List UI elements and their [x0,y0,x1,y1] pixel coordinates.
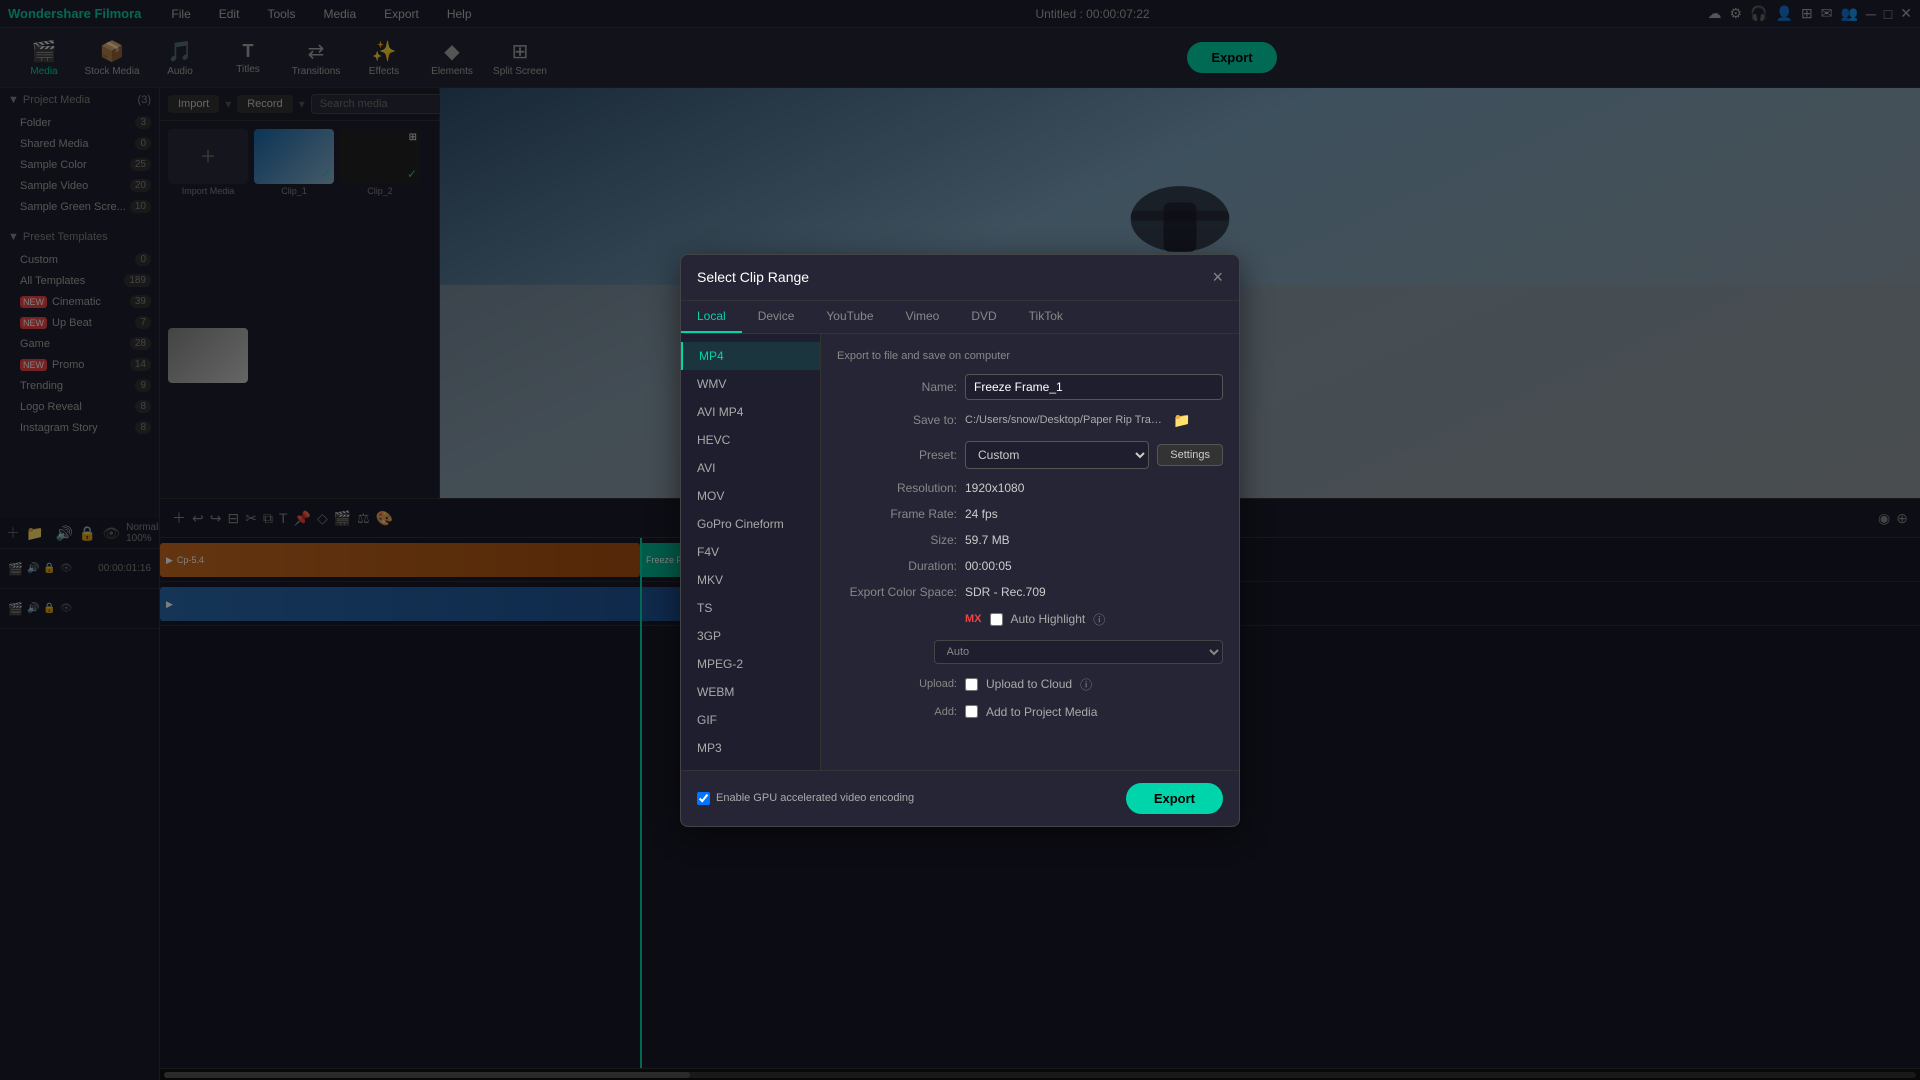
add-checkbox[interactable] [965,705,978,718]
color-space-value: SDR - Rec.709 [965,585,1223,599]
resolution-value: 1920x1080 [965,481,1223,495]
mx-badge: MX [965,613,982,625]
save-to-value: C:/Users/snow/Desktop/Paper Rip Transiti [965,414,1165,426]
format-gopro[interactable]: GoPro Cineform [681,510,820,538]
frame-rate-value: 24 fps [965,507,1223,521]
add-label: Add to Project Media [986,705,1097,719]
upload-label: Upload to Cloud [986,677,1072,691]
format-ts[interactable]: TS [681,594,820,622]
format-settings: Export to file and save on computer Name… [821,334,1239,770]
tab-tiktok[interactable]: TikTok [1013,301,1079,333]
tab-device[interactable]: Device [742,301,811,333]
save-to-label: Save to: [837,413,957,427]
preset-field-row: Preset: Custom Settings [837,441,1223,469]
duration-label: Duration: [837,559,957,573]
upload-row: Upload: Upload to Cloud ⓘ [837,676,1223,693]
frame-rate-label: Frame Rate: [837,507,957,521]
modal-tabs: Local Device YouTube Vimeo DVD TikTok [681,301,1239,334]
tab-vimeo[interactable]: Vimeo [890,301,956,333]
auto-dropdown[interactable]: Auto [934,640,1223,664]
modal-footer: Enable GPU accelerated video encoding Ex… [681,770,1239,826]
modal-close-button[interactable]: × [1212,267,1223,288]
color-space-field-row: Export Color Space: SDR - Rec.709 [837,585,1223,599]
name-input[interactable] [965,374,1223,400]
tab-youtube[interactable]: YouTube [810,301,889,333]
duration-value: 00:00:05 [965,559,1223,573]
add-checkbox-row: Add to Project Media [965,705,1097,719]
upload-info-icon[interactable]: ⓘ [1080,676,1092,693]
size-field-row: Size: 59.7 MB [837,533,1223,547]
upload-checkbox-row: Upload to Cloud ⓘ [965,676,1092,693]
size-value: 59.7 MB [965,533,1223,547]
format-mp3[interactable]: MP3 [681,734,820,762]
auto-highlight-row: MX Auto Highlight ⓘ [837,611,1223,628]
auto-highlight-checkbox-row: MX Auto Highlight ⓘ [965,611,1105,628]
size-label: Size: [837,533,957,547]
format-mkv[interactable]: MKV [681,566,820,594]
modal-body: MP4 WMV AVI MP4 HEVC AVI MOV GoPro Cinef… [681,334,1239,770]
format-list: MP4 WMV AVI MP4 HEVC AVI MOV GoPro Cinef… [681,334,821,770]
settings-button[interactable]: Settings [1157,444,1223,466]
preset-select[interactable]: Custom [965,441,1149,469]
add-to-project-row: Add: Add to Project Media [837,705,1223,719]
upload-label-field: Upload: [837,678,957,690]
color-space-label: Export Color Space: [837,585,957,599]
modal-header: Select Clip Range × [681,255,1239,301]
gpu-checkbox[interactable] [697,792,710,805]
format-hevc[interactable]: HEVC [681,426,820,454]
save-to-field-row: Save to: C:/Users/snow/Desktop/Paper Rip… [837,412,1223,429]
upload-checkbox[interactable] [965,678,978,691]
format-webm[interactable]: WEBM [681,678,820,706]
format-mpeg2[interactable]: MPEG-2 [681,650,820,678]
format-mov[interactable]: MOV [681,482,820,510]
duration-field-row: Duration: 00:00:05 [837,559,1223,573]
frame-rate-field-row: Frame Rate: 24 fps [837,507,1223,521]
format-mp4[interactable]: MP4 [681,342,820,370]
preset-label: Preset: [837,448,957,462]
resolution-field-row: Resolution: 1920x1080 [837,481,1223,495]
modal-title: Select Clip Range [697,269,809,285]
export-info-text: Export to file and save on computer [837,350,1223,362]
auto-dropdown-row: Auto [837,640,1223,664]
auto-highlight-label: Auto Highlight [1011,612,1086,626]
browse-folder-button[interactable]: 📁 [1173,412,1190,429]
name-label: Name: [837,380,957,394]
tab-dvd[interactable]: DVD [955,301,1012,333]
format-3gp[interactable]: 3GP [681,622,820,650]
modal-overlay: Select Clip Range × Local Device YouTube… [0,0,1920,1080]
export-modal: Select Clip Range × Local Device YouTube… [680,254,1240,827]
auto-highlight-checkbox[interactable] [990,613,1003,626]
format-gif[interactable]: GIF [681,706,820,734]
format-avi[interactable]: AVI [681,454,820,482]
add-label-field: Add: [837,706,957,718]
name-field-row: Name: [837,374,1223,400]
format-wmv[interactable]: WMV [681,370,820,398]
gpu-label: Enable GPU accelerated video encoding [716,792,914,804]
resolution-label: Resolution: [837,481,957,495]
format-avi-mp4[interactable]: AVI MP4 [681,398,820,426]
auto-highlight-info-icon[interactable]: ⓘ [1093,611,1105,628]
tab-local[interactable]: Local [681,301,742,333]
export-final-button[interactable]: Export [1126,783,1223,814]
gpu-checkbox-row: Enable GPU accelerated video encoding [697,792,914,805]
format-f4v[interactable]: F4V [681,538,820,566]
